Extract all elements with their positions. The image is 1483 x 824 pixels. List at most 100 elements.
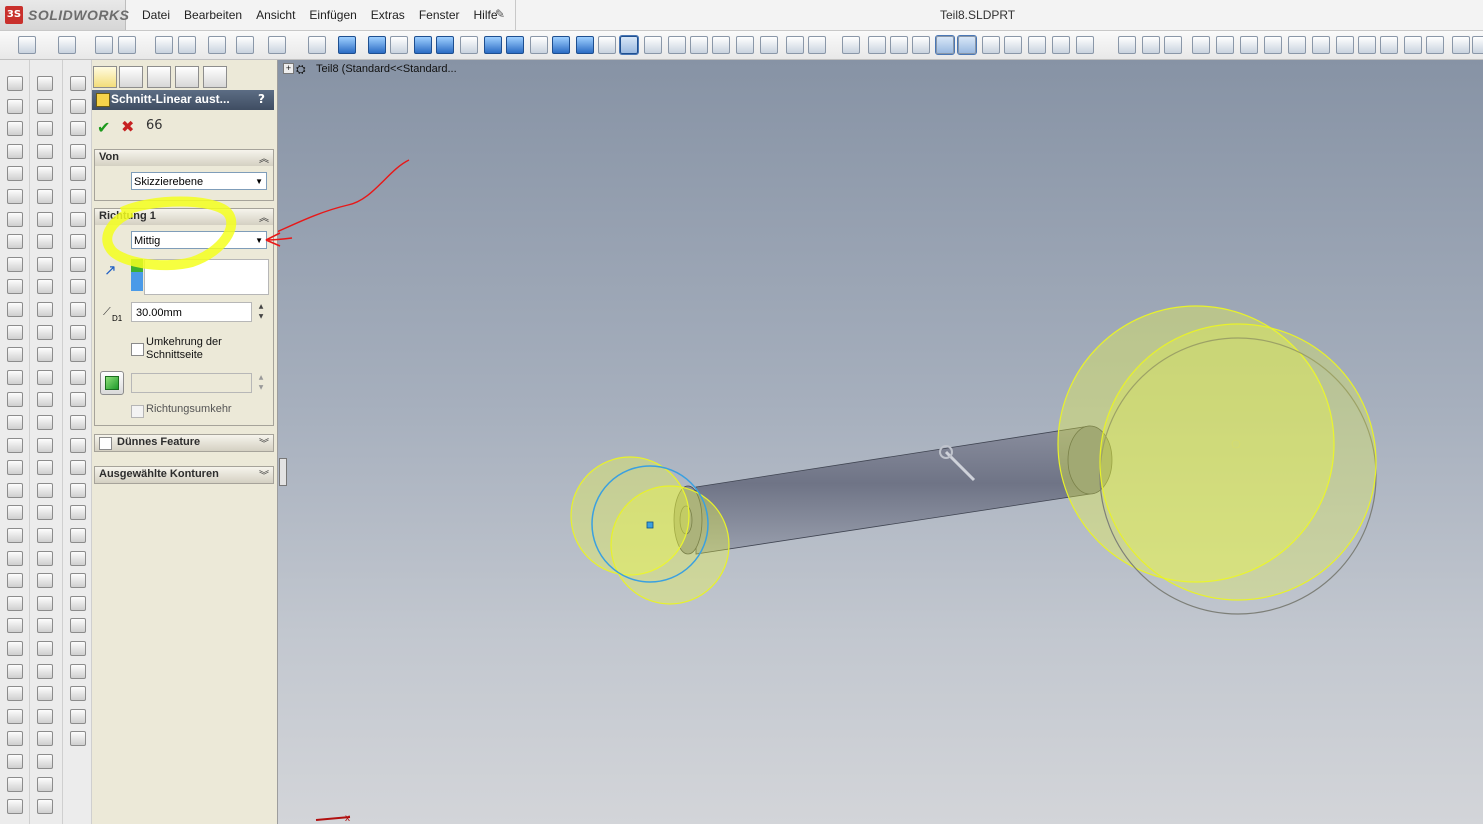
command-icon[interactable] [70, 686, 86, 702]
command-icon[interactable] [70, 663, 86, 679]
command-icon[interactable] [37, 708, 53, 724]
toolbar-button[interactable] [178, 36, 196, 54]
command-icon[interactable] [37, 437, 53, 453]
cancel-button[interactable]: ✖ [121, 117, 134, 136]
toolbar-button[interactable] [95, 36, 113, 54]
toolbar-button[interactable] [1164, 36, 1182, 54]
command-icon[interactable] [70, 256, 86, 272]
command-icon[interactable] [70, 347, 86, 363]
toolbar-button[interactable] [957, 35, 977, 55]
command-icon[interactable] [7, 663, 23, 679]
toolbar-button[interactable] [1358, 36, 1376, 54]
group-von-header[interactable]: Von ︽ [94, 149, 274, 167]
command-icon[interactable] [70, 302, 86, 317]
command-icon[interactable] [7, 143, 23, 159]
toolbar-button[interactable] [484, 36, 502, 54]
toolbar-button[interactable] [868, 36, 886, 54]
toolbar-button[interactable] [1312, 36, 1330, 54]
tab-propertymanager[interactable] [119, 66, 143, 88]
command-icon[interactable] [7, 279, 23, 295]
toolbar-button[interactable] [236, 36, 254, 54]
command-icon[interactable] [70, 98, 86, 114]
help-button[interactable]: ? [258, 92, 265, 106]
command-icon[interactable] [37, 392, 53, 408]
command-icon[interactable] [70, 121, 86, 137]
command-icon[interactable] [7, 234, 23, 250]
command-icon[interactable] [7, 256, 23, 272]
toolbar-button[interactable] [736, 36, 754, 54]
command-icon[interactable] [37, 211, 53, 227]
command-icon[interactable] [7, 415, 23, 430]
command-icon[interactable] [7, 731, 23, 747]
toolbar-button[interactable] [1380, 36, 1398, 54]
toolbar-button[interactable] [935, 35, 955, 55]
toolbar-button[interactable] [1472, 36, 1483, 54]
ok-button[interactable]: ✔ [97, 118, 110, 137]
command-icon[interactable] [70, 505, 86, 521]
menu-extras[interactable]: Extras [364, 8, 412, 22]
command-icon[interactable] [37, 799, 53, 815]
command-icon[interactable] [7, 98, 23, 114]
command-icon[interactable] [7, 505, 23, 521]
command-icon[interactable] [7, 528, 23, 543]
toolbar-button[interactable] [436, 36, 454, 54]
toolbar-button[interactable] [1452, 36, 1470, 54]
detailed-preview-button[interactable]: 66 [146, 118, 163, 133]
solidworks-logo[interactable]: 3S SOLIDWORKS [0, 0, 129, 30]
command-icon[interactable] [70, 595, 86, 611]
draft-button[interactable] [100, 371, 124, 395]
toolbar-button[interactable] [890, 36, 908, 54]
command-icon[interactable] [70, 415, 86, 430]
command-icon[interactable] [70, 731, 86, 747]
toolbar-button[interactable] [308, 36, 326, 54]
toolbar-button[interactable] [1004, 36, 1022, 54]
command-icon[interactable] [7, 595, 23, 611]
command-icon[interactable] [37, 302, 53, 317]
pin-icon[interactable]: ✎ [495, 7, 509, 21]
command-icon[interactable] [7, 550, 23, 566]
toolbar-button[interactable] [576, 36, 594, 54]
command-icon[interactable] [37, 347, 53, 363]
command-icon[interactable] [70, 189, 86, 204]
toolbar-button[interactable] [338, 36, 356, 54]
toolbar-button[interactable] [912, 36, 930, 54]
command-icon[interactable] [37, 641, 53, 656]
command-icon[interactable] [37, 98, 53, 114]
toolbar-button[interactable] [368, 36, 386, 54]
command-icon[interactable] [70, 392, 86, 408]
large-cut-preview[interactable] [1057, 305, 1377, 615]
small-cut-preview[interactable] [570, 456, 730, 605]
command-icon[interactable] [37, 550, 53, 566]
command-icon[interactable] [37, 234, 53, 250]
command-icon[interactable] [70, 460, 86, 476]
command-icon[interactable] [37, 482, 53, 498]
command-icon[interactable] [37, 731, 53, 747]
command-icon[interactable] [70, 618, 86, 634]
command-icon[interactable] [7, 211, 23, 227]
command-icon[interactable] [7, 754, 23, 769]
toolbar-button[interactable] [842, 36, 860, 54]
sketch-center-point[interactable] [646, 521, 654, 529]
toolbar-button[interactable] [18, 36, 36, 54]
command-icon[interactable] [7, 369, 23, 385]
toolbar-button[interactable] [1404, 36, 1422, 54]
toolbar-button[interactable] [598, 36, 616, 54]
command-icon[interactable] [7, 189, 23, 204]
toolbar-button[interactable] [208, 36, 226, 54]
command-icon[interactable] [37, 663, 53, 679]
shaft-cylinder[interactable] [695, 425, 1091, 555]
tab-dimxpert[interactable] [175, 66, 199, 88]
group-contours-header[interactable]: Ausgewählte Konturen ︾ [94, 466, 274, 484]
command-icon[interactable] [7, 799, 23, 815]
command-icon[interactable] [70, 369, 86, 385]
toolbar-button[interactable] [690, 36, 708, 54]
command-icon[interactable] [7, 392, 23, 408]
tab-featuremanager[interactable] [93, 66, 117, 88]
command-icon[interactable] [37, 369, 53, 385]
command-icon[interactable] [70, 708, 86, 724]
toolbar-button[interactable] [1336, 36, 1354, 54]
command-icon[interactable] [70, 166, 86, 182]
command-icon[interactable] [7, 347, 23, 363]
command-icon[interactable] [70, 528, 86, 543]
command-icon[interactable] [7, 76, 23, 91]
